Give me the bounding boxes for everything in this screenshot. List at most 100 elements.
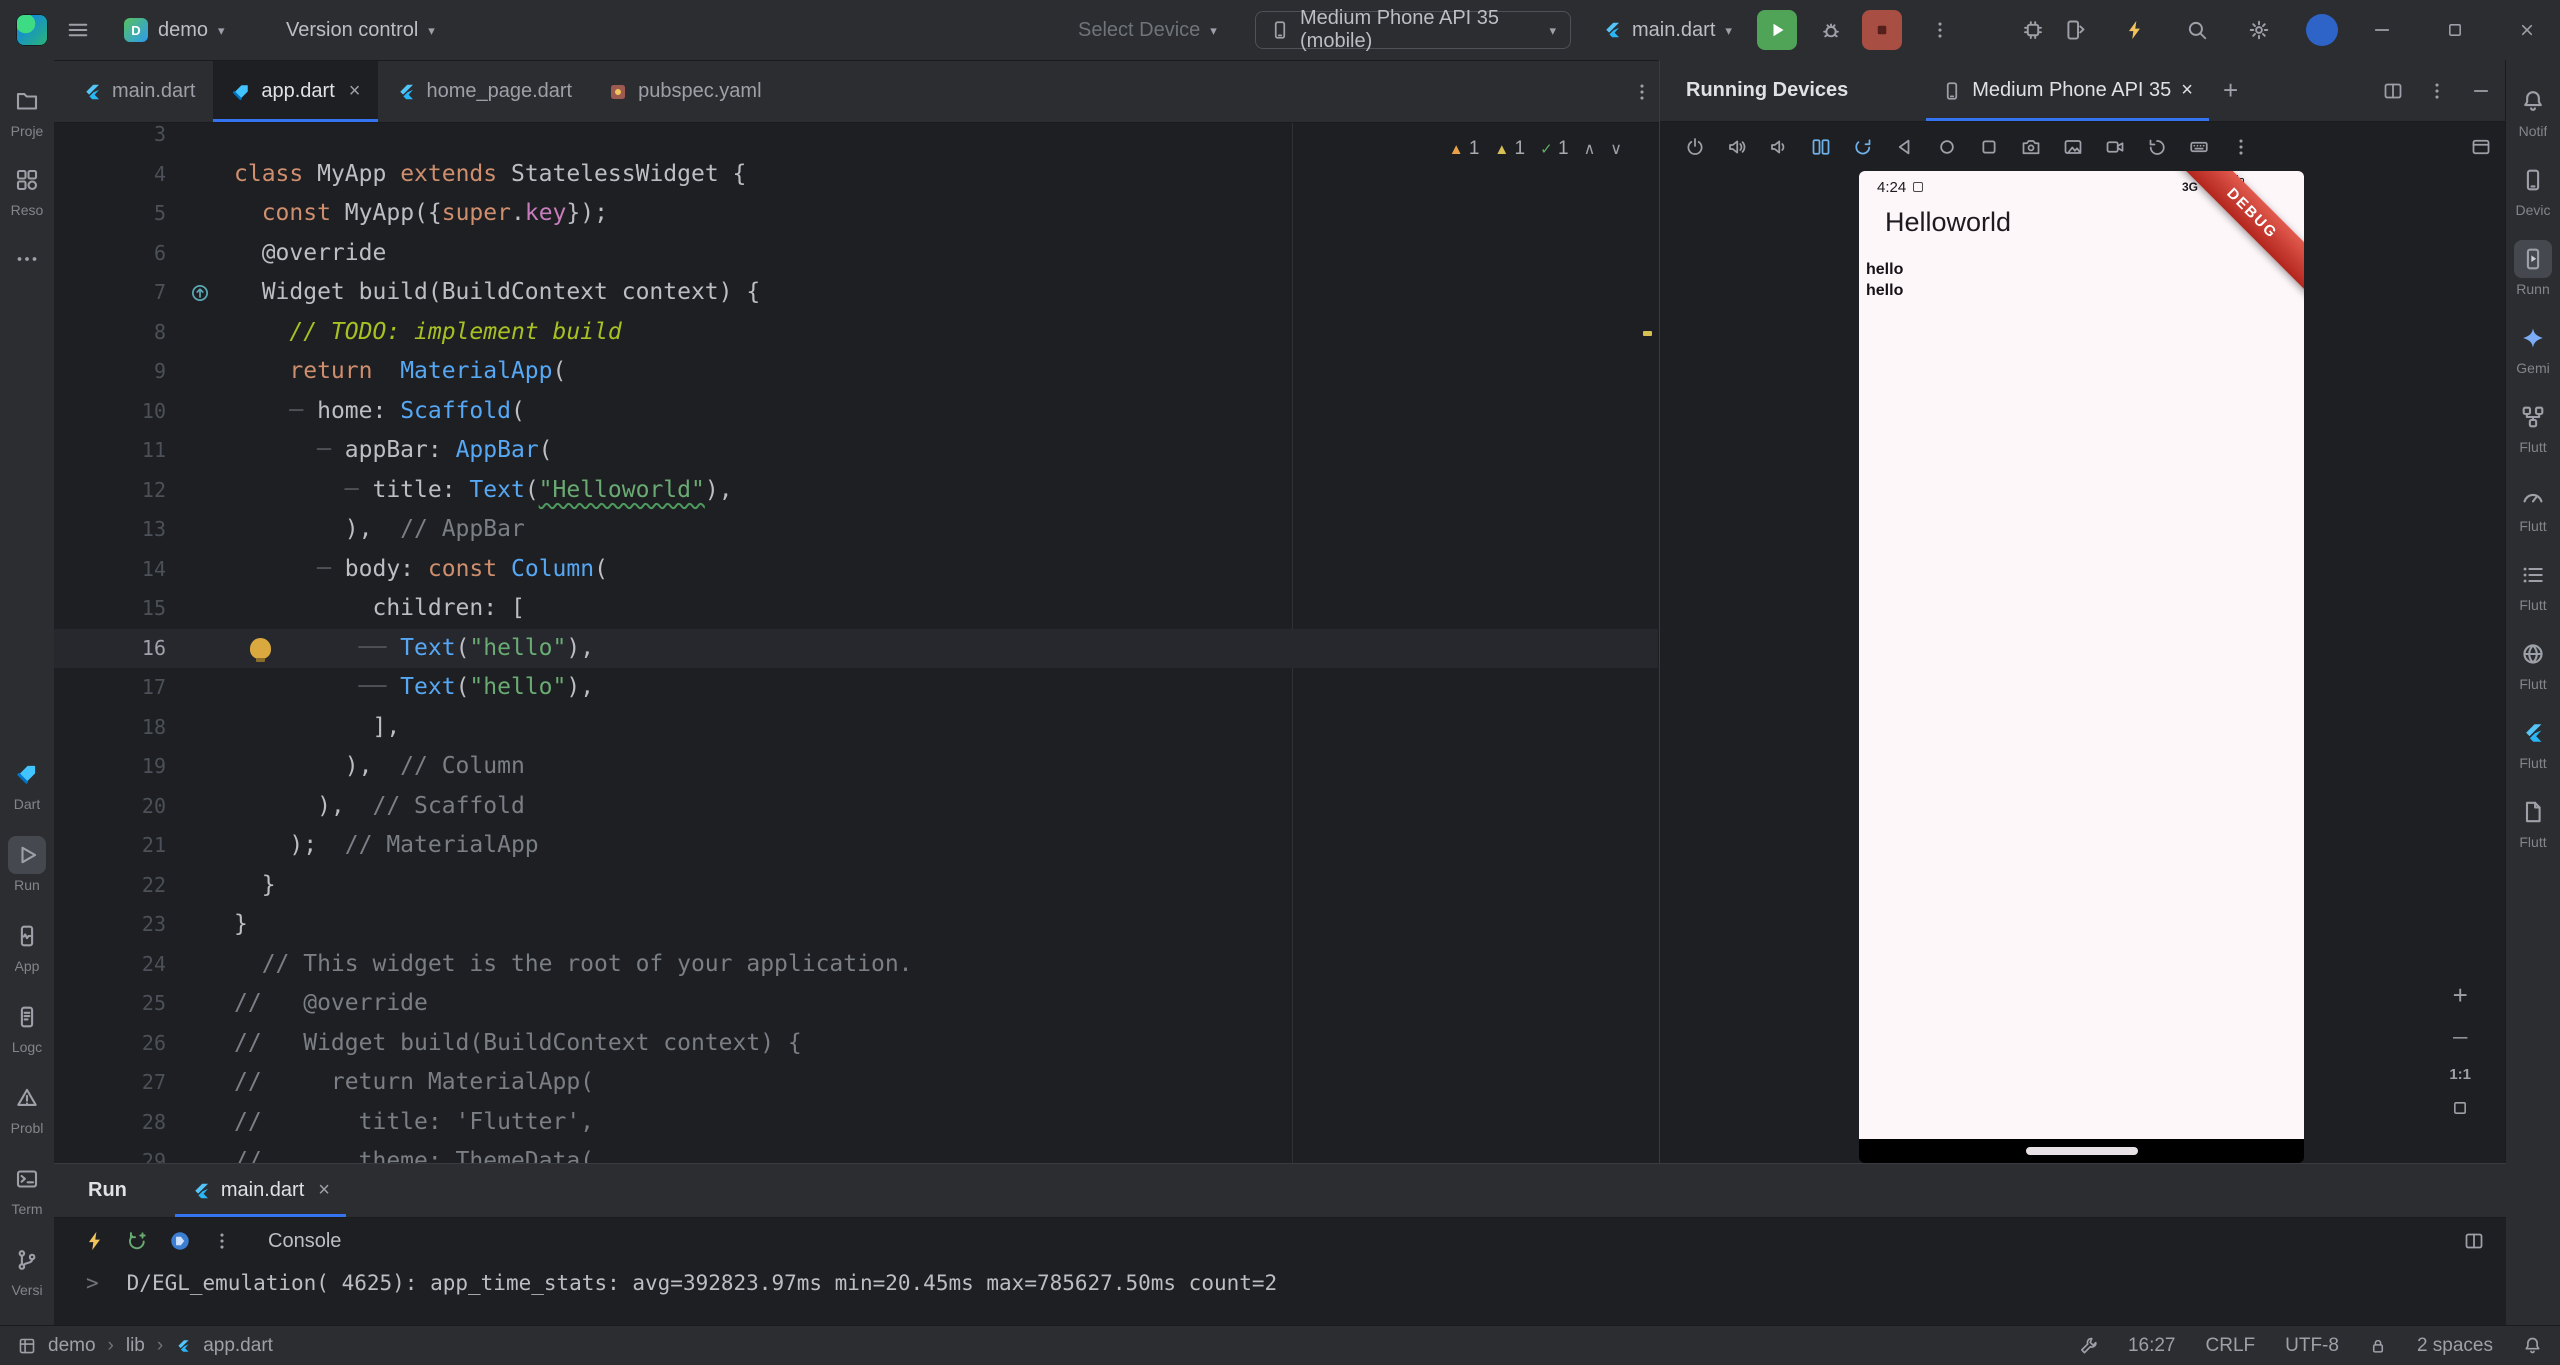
split-panel-icon[interactable] <box>2383 81 2403 101</box>
tool-stripe-item-logcat[interactable]: Logc <box>0 998 54 1055</box>
tool-stripe-item-project[interactable]: Proje <box>0 82 54 139</box>
code-line-26[interactable]: 26// Widget build(BuildContext context) … <box>54 1024 1658 1064</box>
camera-icon[interactable] <box>2054 128 2092 166</box>
tool-stripe-item-flutter-network[interactable]: Flutt <box>2506 635 2560 692</box>
quickfix-bulb-icon[interactable] <box>250 638 271 659</box>
zoom-out-button[interactable]: ─ <box>2453 1027 2467 1050</box>
tool-stripe-item-device-manager[interactable]: Devic <box>2506 161 2560 218</box>
code-line-16[interactable]: 16 ── Text("hello"), <box>54 629 1658 669</box>
tool-stripe-item-flutter-performance[interactable]: Flutt <box>2506 477 2560 534</box>
breadcrumb-file[interactable]: app.dart <box>203 1335 273 1357</box>
code-line-12[interactable]: 12 ─ title: Text("Helloworld"), <box>54 471 1658 511</box>
code-line-13[interactable]: 13 ), // AppBar <box>54 510 1658 550</box>
window-close-button[interactable] <box>2518 0 2536 60</box>
code-line-11[interactable]: 11 ─ appBar: AppBar( <box>54 431 1658 471</box>
debug-button[interactable] <box>1820 0 1842 60</box>
record-icon[interactable] <box>2096 128 2134 166</box>
code-line-19[interactable]: 19 ), // Column <box>54 747 1658 787</box>
run-session-tab[interactable]: main.dart × <box>175 1164 346 1217</box>
tool-stripe-item-problems[interactable]: Probl <box>0 1079 54 1136</box>
close-tab-icon[interactable]: × <box>318 1179 330 1202</box>
split-console-icon[interactable] <box>2464 1231 2484 1251</box>
editor-tab-home_page.dart[interactable]: home_page.dart <box>378 61 590 122</box>
hot-reload-icon[interactable] <box>84 1230 106 1252</box>
tool-stripe-item-terminal[interactable]: Term <box>0 1160 54 1217</box>
scrollbar-warning-mark[interactable] <box>1643 331 1652 336</box>
layout-icon[interactable] <box>18 1337 36 1355</box>
tool-stripe-item-version-control[interactable]: Versi <box>0 1241 54 1298</box>
fit-to-window-button[interactable] <box>2451 1099 2469 1117</box>
code-line-9[interactable]: 9 return MaterialApp( <box>54 352 1658 392</box>
override-gutter-icon[interactable] <box>166 273 234 313</box>
hide-panel-icon[interactable] <box>2471 81 2491 101</box>
code-line-23[interactable]: 23} <box>54 905 1658 945</box>
breadcrumb-folder[interactable]: lib <box>126 1335 145 1357</box>
dart-devtools-icon[interactable] <box>168 1229 192 1253</box>
search-everywhere-button[interactable] <box>2186 0 2208 60</box>
editor-tab-pubspec.yaml[interactable]: pubspec.yaml <box>590 61 779 122</box>
home-icon[interactable] <box>1928 128 1966 166</box>
code-line-6[interactable]: 6 @override <box>54 234 1658 274</box>
code-line-8[interactable]: 8 // TODO: implement build <box>54 313 1658 353</box>
gradle-sync-button[interactable] <box>2022 0 2044 60</box>
tool-stripe-item-dart-analysis[interactable]: Dart <box>0 755 54 812</box>
back-icon[interactable] <box>1886 128 1924 166</box>
tool-stripe-item-flutter-docs[interactable]: Flutt <box>2506 793 2560 850</box>
code-line-4[interactable]: 4class MyApp extends StatelessWidget { <box>54 155 1658 195</box>
select-device-dropdown[interactable]: Select Device ▾ <box>1078 0 1217 60</box>
window-minimize-button[interactable] <box>2372 0 2392 60</box>
editor-tab-app.dart[interactable]: app.dart× <box>213 61 378 122</box>
editor-tab-options[interactable] <box>1632 61 1652 122</box>
code-line-3[interactable]: 3 <box>54 123 1658 155</box>
code-line-24[interactable]: 24 // This widget is the root of your ap… <box>54 945 1658 985</box>
breadcrumb-project[interactable]: demo <box>48 1335 96 1357</box>
more-actions-icon[interactable] <box>212 1231 232 1251</box>
tool-stripe-item-notifications[interactable]: Notif <box>2506 82 2560 139</box>
panel-options-icon[interactable] <box>2427 81 2447 101</box>
tool-stripe-item-run[interactable]: Run <box>0 836 54 893</box>
inspections-widget[interactable]: ▲ 1 ▲ 1 ✓ 1 ∧ ∨ <box>1437 133 1634 165</box>
device-manager-button[interactable] <box>2064 0 2086 60</box>
tool-stripe-item-resource-manager[interactable]: Reso <box>0 161 54 218</box>
code-line-14[interactable]: 14 ─ body: const Column( <box>54 550 1658 590</box>
zoom-in-button[interactable]: + <box>2453 980 2468 1011</box>
code-line-5[interactable]: 5 const MyApp({super.key}); <box>54 194 1658 234</box>
stop-button[interactable] <box>1862 10 1902 50</box>
run-configuration[interactable]: main.dart ▾ <box>1602 0 1732 60</box>
tool-stripe-item-flutter-inspector[interactable]: Flutt <box>2506 398 2560 455</box>
more-run-actions[interactable] <box>1930 0 1950 60</box>
rotate-icon[interactable] <box>1844 128 1882 166</box>
cursor-position[interactable]: 16:27 <box>2128 1335 2176 1357</box>
volume-up-icon[interactable] <box>1718 128 1756 166</box>
line-ending[interactable]: CRLF <box>2206 1335 2256 1357</box>
close-tab-icon[interactable]: × <box>2181 79 2193 102</box>
volume-down-icon[interactable] <box>1760 128 1798 166</box>
console-output[interactable]: > D/EGL_emulation( 4625): app_time_stats… <box>54 1268 2506 1298</box>
tool-stripe-item-more-tool-windows[interactable] <box>0 240 54 278</box>
tool-stripe-item-gemini[interactable]: Gemi <box>2506 319 2560 376</box>
code-line-10[interactable]: 10 ─ home: Scaffold( <box>54 392 1658 432</box>
code-line-29[interactable]: 29// theme: ThemeData( <box>54 1142 1658 1163</box>
snapshot-icon[interactable] <box>2138 128 2176 166</box>
tool-stripe-item-running-devices[interactable]: Runn <box>2506 240 2560 297</box>
file-encoding[interactable]: UTF-8 <box>2285 1335 2339 1357</box>
add-device-tab-button[interactable]: + <box>2223 60 2238 121</box>
settings-button[interactable] <box>2248 0 2270 60</box>
code-line-18[interactable]: 18 ], <box>54 708 1658 748</box>
power-icon[interactable] <box>1676 128 1714 166</box>
hot-reload-button[interactable] <box>2124 0 2146 60</box>
code-line-7[interactable]: 7 Widget build(BuildContext context) { <box>54 273 1658 313</box>
code-line-20[interactable]: 20 ), // Scaffold <box>54 787 1658 827</box>
code-line-25[interactable]: 25// @override <box>54 984 1658 1024</box>
overview-icon[interactable] <box>1970 128 2008 166</box>
run-button[interactable] <box>1757 10 1797 50</box>
code-line-17[interactable]: 17 ── Text("hello"), <box>54 668 1658 708</box>
close-tab-icon[interactable]: × <box>349 80 361 103</box>
window-maximize-button[interactable] <box>2446 0 2464 60</box>
tool-stripe-item-flutter-outline[interactable]: Flutt <box>2506 556 2560 613</box>
emulator-screen[interactable]: 4:24 3G ↑↓ Helloworld hello hello DEBUG <box>1859 171 2304 1139</box>
device-selector[interactable]: Medium Phone API 35 (mobile) ▾ <box>1255 11 1571 49</box>
keyboard-icon[interactable] <box>2180 128 2218 166</box>
project-selector[interactable]: D demo ▾ <box>124 0 225 60</box>
code-line-15[interactable]: 15 children: [ <box>54 589 1658 629</box>
